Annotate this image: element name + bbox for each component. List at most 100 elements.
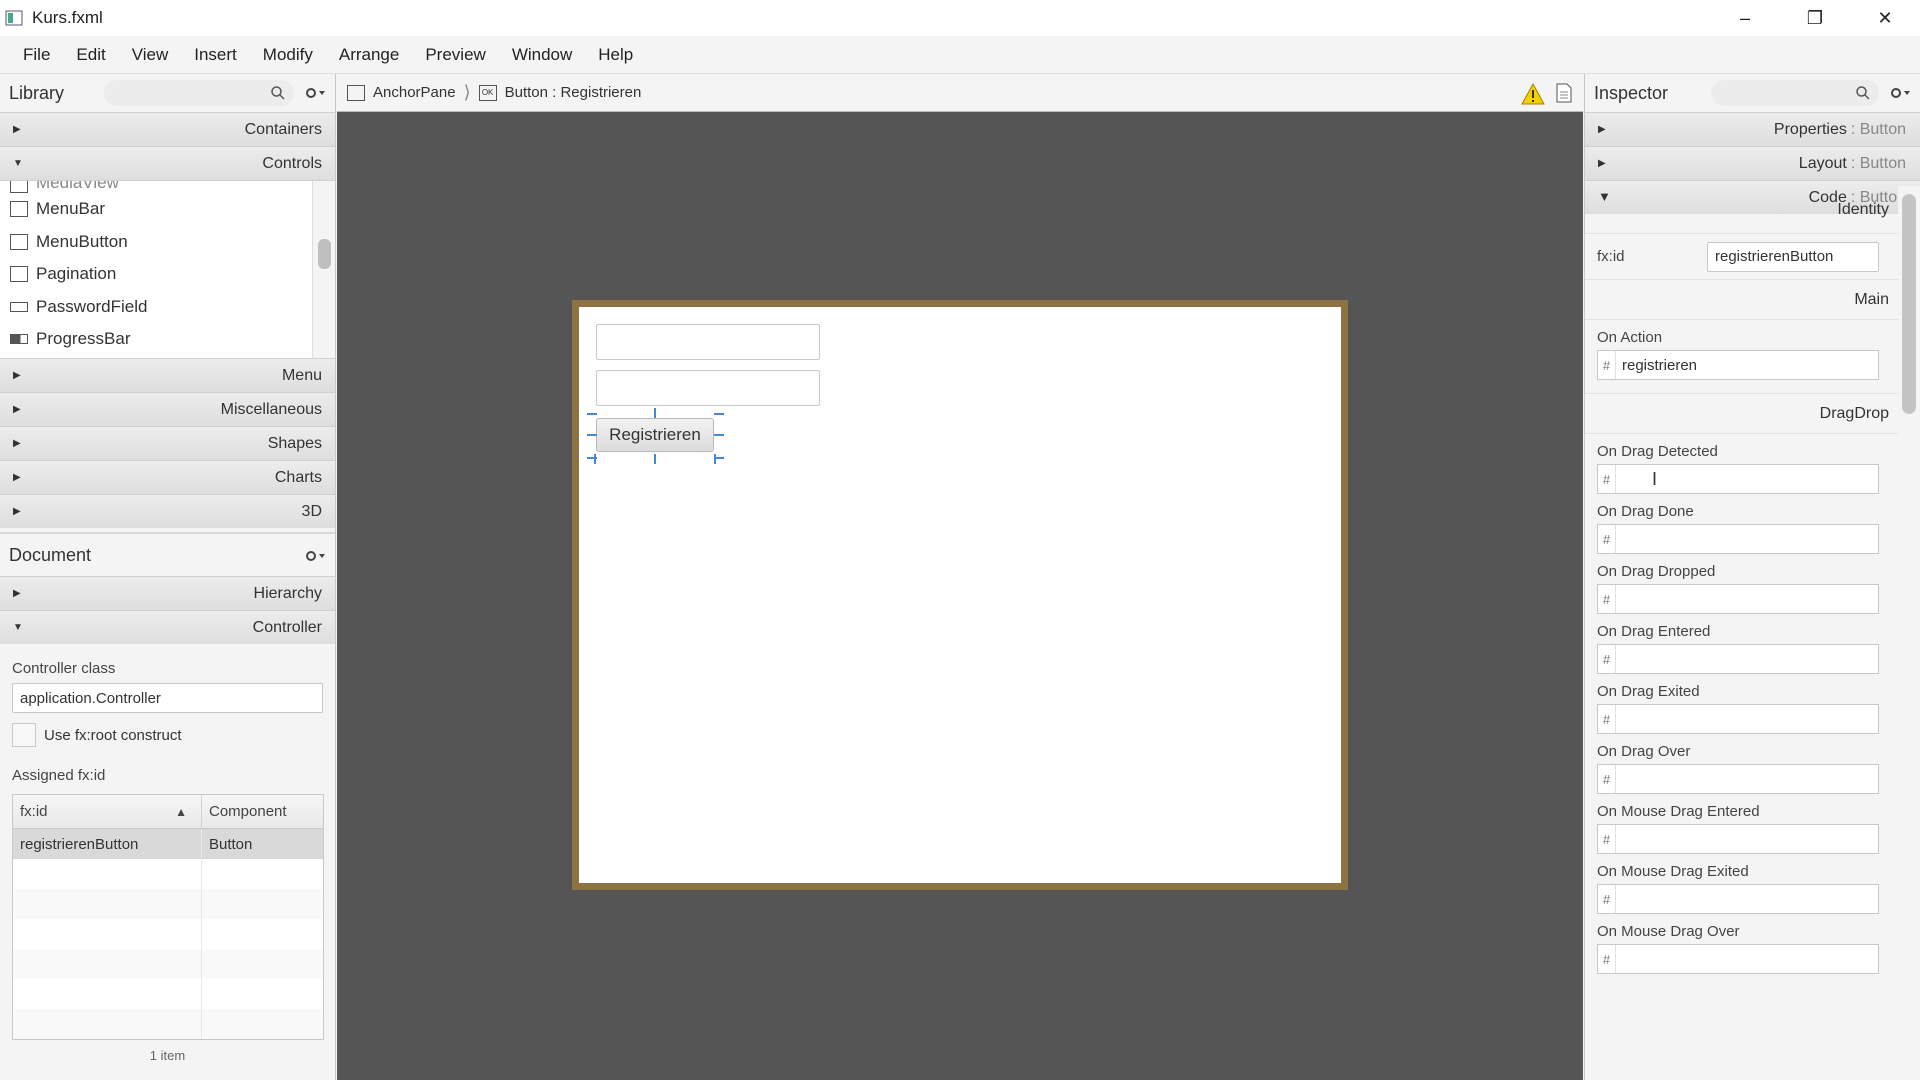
list-item-menubutton[interactable]: MenuButton <box>0 226 335 259</box>
selection-handle[interactable] <box>714 457 724 459</box>
selection-handle[interactable] <box>714 434 724 436</box>
section-controller[interactable]: ▼ Controller <box>0 610 335 644</box>
on-mouse-drag-over-input[interactable]: # <box>1597 944 1879 974</box>
design-canvas[interactable]: Registrieren <box>337 112 1583 1080</box>
on-mouse-drag-over-label: On Mouse Drag Over <box>1597 923 1740 940</box>
section-properties[interactable]: ▶ Properties: Button <box>1585 112 1920 146</box>
selection-handle[interactable] <box>654 454 656 464</box>
app-icon <box>4 8 24 28</box>
on-drag-entered-input[interactable]: # <box>1597 644 1879 674</box>
table-row-empty <box>13 889 323 919</box>
section-shapes[interactable]: ▶ Shapes <box>0 426 335 460</box>
collapsed-arrow-icon: ▶ <box>13 506 21 517</box>
anchorpane-frame[interactable]: Registrieren <box>572 300 1348 890</box>
on-drag-over-label: On Drag Over <box>1597 743 1691 760</box>
on-mouse-drag-exited-label: On Mouse Drag Exited <box>1597 863 1749 880</box>
menu-modify[interactable]: Modify <box>250 45 326 65</box>
expanded-arrow-icon: ▼ <box>13 622 23 633</box>
assigned-fxid-table: fx:id ▲ Component registrierenButton Butt… <box>12 794 324 1040</box>
menu-help[interactable]: Help <box>585 45 646 65</box>
canvas-textfield-1[interactable] <box>596 324 820 360</box>
breadcrumb-anchorpane[interactable]: AnchorPane <box>347 84 456 101</box>
hash-icon: # <box>1598 585 1616 613</box>
selection-handle[interactable] <box>587 413 597 415</box>
warning-icon[interactable] <box>1521 83 1545 105</box>
inspector-search-input[interactable] <box>1711 80 1879 106</box>
list-item-pagination[interactable]: Pagination <box>0 258 335 291</box>
table-row[interactable]: registrierenButton Button <box>13 829 323 859</box>
selection-handle[interactable] <box>654 408 656 418</box>
section-miscellaneous[interactable]: ▶ Miscellaneous <box>0 392 335 426</box>
fxid-input[interactable]: registrierenButton <box>1707 241 1879 272</box>
registrieren-button[interactable]: Registrieren <box>596 418 714 452</box>
on-drag-over-input[interactable]: # <box>1597 764 1879 794</box>
collapsed-arrow-icon: ▶ <box>13 588 21 599</box>
on-drag-detected-input[interactable]: # I <box>1597 464 1879 494</box>
on-drag-dropped-input[interactable]: # <box>1597 584 1879 614</box>
on-drag-entered-label: On Drag Entered <box>1597 623 1711 640</box>
document-title: Document <box>9 544 92 565</box>
document-gear-icon[interactable] <box>304 547 326 565</box>
document-icon[interactable] <box>1555 83 1573 103</box>
fxroot-checkbox[interactable] <box>12 723 36 747</box>
breadcrumb-button[interactable]: OK Button : Registrieren <box>478 84 641 101</box>
on-mouse-drag-exited-input[interactable]: # <box>1597 884 1879 914</box>
anchorpane-content[interactable]: Registrieren <box>579 307 1341 883</box>
search-icon <box>1856 86 1870 100</box>
close-button[interactable]: ✕ <box>1850 0 1920 36</box>
section-charts[interactable]: ▶ Charts <box>0 460 335 494</box>
selection-handle[interactable] <box>714 413 724 415</box>
selection-handle[interactable] <box>594 454 596 464</box>
on-drag-detected-label: On Drag Detected <box>1597 443 1718 460</box>
library-gear-icon[interactable] <box>304 84 326 102</box>
search-icon <box>271 86 285 100</box>
menu-edit[interactable]: Edit <box>63 45 118 65</box>
list-item-progressbar[interactable]: ProgressBar <box>0 323 335 356</box>
scroll-thumb[interactable] <box>1902 194 1916 414</box>
section-containers[interactable]: ▶ Containers <box>0 112 335 146</box>
on-drag-done-label: On Drag Done <box>1597 503 1694 520</box>
section-menu[interactable]: ▶ Menu <box>0 358 335 392</box>
menu-arrange[interactable]: Arrange <box>326 45 412 65</box>
library-scrollbar[interactable] <box>312 181 335 358</box>
controller-class-input[interactable]: application.Controller <box>12 683 323 713</box>
minimize-button[interactable]: – <box>1710 0 1780 36</box>
on-drag-done-input[interactable]: # <box>1597 524 1879 554</box>
table-row-empty <box>13 949 323 979</box>
collapsed-arrow-icon: ▶ <box>1598 158 1606 169</box>
menu-window[interactable]: Window <box>499 45 585 65</box>
list-item-menubar[interactable]: MenuBar <box>0 193 335 226</box>
section-hierarchy[interactable]: ▶ Hierarchy <box>0 576 335 610</box>
column-header-component[interactable]: Component <box>202 795 287 828</box>
library-search-input[interactable] <box>104 80 294 106</box>
list-item-partial[interactable]: MediaView <box>0 181 335 193</box>
menu-file[interactable]: File <box>0 45 63 65</box>
selection-handle[interactable] <box>714 454 716 464</box>
fxid-label: fx:id <box>1597 248 1625 265</box>
table-row-empty <box>13 919 323 949</box>
on-mouse-drag-entered-input[interactable]: # <box>1597 824 1879 854</box>
inspector-gear-icon[interactable] <box>1889 84 1911 102</box>
on-drag-exited-label: On Drag Exited <box>1597 683 1700 700</box>
selection-handle[interactable] <box>587 434 597 436</box>
section-layout[interactable]: ▶ Layout: Button <box>1585 146 1920 180</box>
list-item-passwordfield[interactable]: PasswordField <box>0 291 335 324</box>
menu-insert[interactable]: Insert <box>181 45 250 65</box>
section-3d[interactable]: ▶ 3D <box>0 494 335 528</box>
inspector-title: Inspector <box>1594 82 1669 103</box>
section-controls[interactable]: ▼ Controls <box>0 146 335 180</box>
column-header-fxid[interactable]: fx:id ▲ <box>13 795 202 828</box>
restore-button[interactable]: ❐ <box>1780 0 1850 36</box>
menu-view[interactable]: View <box>119 45 182 65</box>
controller-class-label: Controller class <box>12 660 116 677</box>
on-action-input[interactable]: # registrieren <box>1597 350 1879 380</box>
on-drag-exited-input[interactable]: # <box>1597 704 1879 734</box>
hash-icon: # <box>1598 465 1616 493</box>
inspector-scrollbar[interactable] <box>1898 186 1920 1038</box>
hash-icon: # <box>1598 525 1616 553</box>
selection-handle[interactable] <box>587 457 597 459</box>
breadcrumb-separator-icon: ⟩ <box>463 82 471 102</box>
scroll-thumb[interactable] <box>318 239 331 269</box>
canvas-textfield-2[interactable] <box>596 370 820 406</box>
menu-preview[interactable]: Preview <box>412 45 498 65</box>
